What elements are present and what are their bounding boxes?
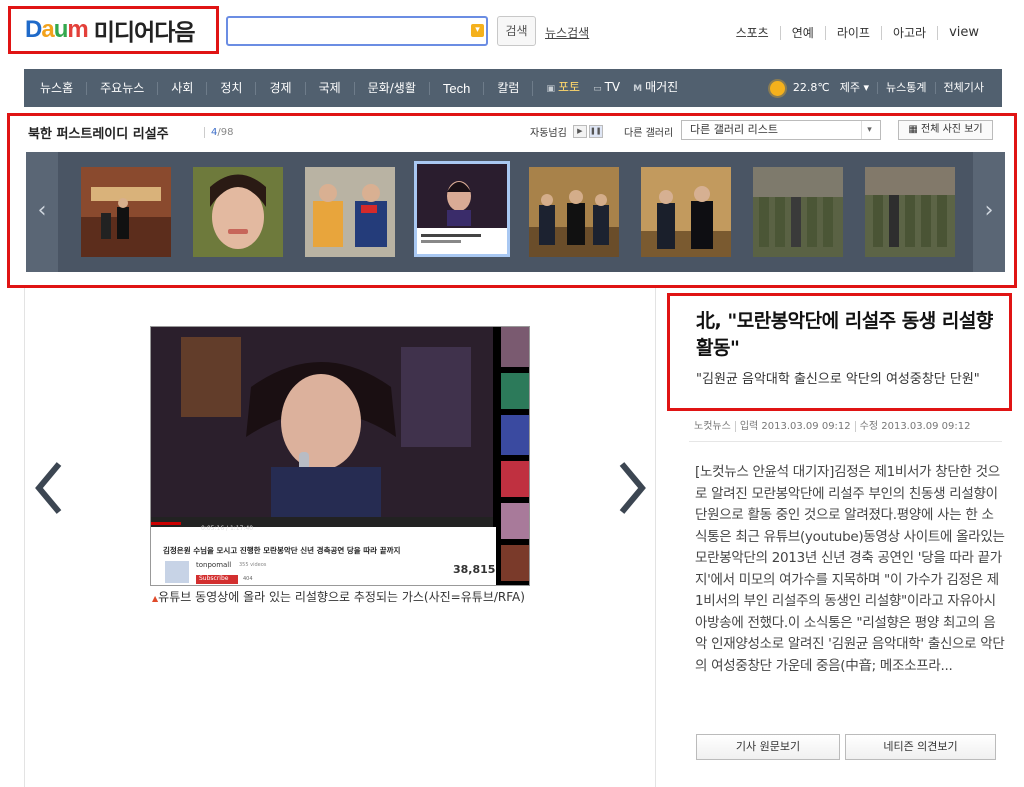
top-nav-life[interactable]: 라이프 (824, 26, 881, 40)
daum-wordmark: Daum (25, 16, 89, 43)
subscriber-count: 404 (243, 576, 253, 582)
search-input[interactable]: ▾ (226, 16, 488, 46)
top-nav-sports[interactable]: 스포츠 (725, 26, 780, 40)
article-modified-date: 수정 2013.03.09 09:12 (854, 421, 975, 432)
site-title: 미디어다음 (93, 20, 196, 46)
thumbnail-strip: ‹ › (26, 152, 1005, 272)
photo-gallery: 북한 퍼스트레이디 리설주 4/98 자동넘김 ▶ ❚❚ 다른 갤러리 다른 갤… (7, 113, 1017, 288)
nav-international[interactable]: 국제 (304, 81, 354, 95)
view-count: 38,815 (453, 563, 496, 576)
magazine-icon: M (633, 83, 643, 94)
subscribe-button: Subscribe (199, 575, 229, 582)
nav-magazine[interactable]: M 매거진 (633, 80, 691, 96)
prev-photo-arrow-icon[interactable] (33, 460, 63, 516)
gallery-thumb-1[interactable] (81, 167, 171, 257)
nav-economy[interactable]: 경제 (255, 81, 304, 95)
gallery-thumb-5[interactable] (529, 167, 619, 257)
article-meta: 노컷뉴스 입력 2013.03.09 09:12 수정 2013.03.09 09:… (694, 417, 975, 432)
main-photo[interactable]: 0:05:16 / 1:17:40 김정은원 수님을 모시고 진행한 모란봉악단… (150, 326, 530, 586)
gallery-thumb-3[interactable] (305, 167, 395, 257)
gallery-thumb-7[interactable] (753, 167, 843, 257)
daum-logo[interactable]: Daum 미디어다음 (8, 6, 219, 54)
nav-right: 22.8℃ 제주 ▾ 뉴스통계 전체기사 (769, 80, 1002, 96)
gallery-title: 북한 퍼스트레이디 리설주 (28, 127, 169, 142)
channel-videos: 355 videos (239, 562, 267, 568)
nav-tech[interactable]: Tech (428, 81, 483, 95)
play-icon[interactable]: ▶ (572, 125, 587, 138)
nav-all-articles[interactable]: 전체기사 (934, 82, 992, 94)
grid-icon: ▦ (908, 124, 918, 135)
other-gallery-select[interactable]: 다른 갤러리 리스트 ▾ (681, 120, 881, 140)
left-divider (24, 288, 25, 787)
nav-tv[interactable]: ▭ TV (593, 80, 633, 96)
camera-icon: ▣ (546, 83, 555, 94)
article-header: 北, "모란봉악단에 리설주 동생 리설향 활동" "김원균 음악대학 출신으로… (667, 293, 1012, 411)
chevron-down-icon[interactable]: ▾ (471, 24, 484, 37)
strip-next-arrow-icon[interactable]: › (973, 152, 1005, 272)
nav-top-news[interactable]: 주요뉴스 (86, 81, 157, 95)
top-nav: 스포츠 연예 라이프 아고라 view (725, 26, 990, 40)
main-navbar: 뉴스홈 주요뉴스 사회 정치 경제 국제 문화/생활 Tech 칼럼 ▣ 포토 ▭… (24, 69, 1002, 107)
article-source[interactable]: 노컷뉴스 (694, 421, 735, 432)
gallery-thumb-8[interactable] (865, 167, 955, 257)
video-title: 김정은원 수님을 모시고 진행한 모란봉악단 신년 경축공연 당을 따라 끝까지 (163, 546, 401, 555)
top-nav-entertainment[interactable]: 연예 (779, 26, 825, 40)
sun-icon (769, 80, 785, 96)
chevron-down-icon: ▾ (861, 121, 877, 139)
view-original-article-button[interactable]: 기사 원문보기 (696, 734, 840, 760)
article-subhead: "김원균 음악대학 출신으로 악단의 여성중창단 단원" (696, 372, 980, 387)
nav-culture[interactable]: 문화/생활 (353, 81, 429, 95)
nav-column[interactable]: 칼럼 (483, 81, 532, 95)
gallery-counter: 4/98 (204, 127, 233, 138)
video-time: 0:05:16 / 1:17:40 (201, 525, 254, 532)
weather-temp: 22.8℃ (792, 81, 830, 94)
nav-politics[interactable]: 정치 (206, 81, 255, 95)
other-gallery-label: 다른 갤러리 (624, 128, 674, 139)
search-button[interactable]: 검색 (497, 16, 536, 46)
article-body: [노컷뉴스 안윤석 대기자]김정은 제1비서가 창단한 것으로 알려진 모란봉악… (695, 464, 1005, 674)
tv-icon: ▭ (593, 83, 602, 94)
gallery-thumb-2[interactable] (193, 167, 283, 257)
nav-photo[interactable]: ▣ 포토 (532, 80, 593, 96)
all-photos-button[interactable]: ▦ 전체 사진 보기 (898, 120, 993, 140)
article-headline: 北, "모란봉악단에 리설주 동생 리설향 활동" (696, 310, 993, 359)
gallery-thumb-4-active[interactable] (414, 161, 510, 257)
view-comments-button[interactable]: 네티즌 의견보기 (845, 734, 996, 760)
photo-caption: ▲유튜브 동영상에 올라 있는 리설향으로 추정되는 가스(사진=유튜브/RFA… (152, 590, 525, 604)
next-photo-arrow-icon[interactable] (618, 460, 648, 516)
news-search-link[interactable]: 뉴스검색 (545, 24, 589, 41)
top-nav-agora[interactable]: 아고라 (880, 26, 937, 40)
top-nav-view[interactable]: view (937, 26, 990, 40)
pause-icon[interactable]: ❚❚ (588, 125, 603, 138)
weather-city[interactable]: 제주 ▾ (838, 82, 877, 94)
gallery-thumb-6[interactable] (641, 167, 731, 257)
strip-prev-arrow-icon[interactable]: ‹ (26, 152, 58, 272)
article-input-date: 입력 2013.03.09 09:12 (734, 421, 855, 432)
nav-news-stats[interactable]: 뉴스통계 (877, 82, 934, 94)
meta-divider (689, 441, 1002, 442)
channel-name: tonpomall (196, 561, 232, 569)
middle-divider (655, 288, 656, 787)
nav-news-home[interactable]: 뉴스홈 (24, 81, 86, 95)
autoplay-control: 자동넘김 ▶ ❚❚ (530, 125, 603, 139)
nav-society[interactable]: 사회 (157, 81, 206, 95)
